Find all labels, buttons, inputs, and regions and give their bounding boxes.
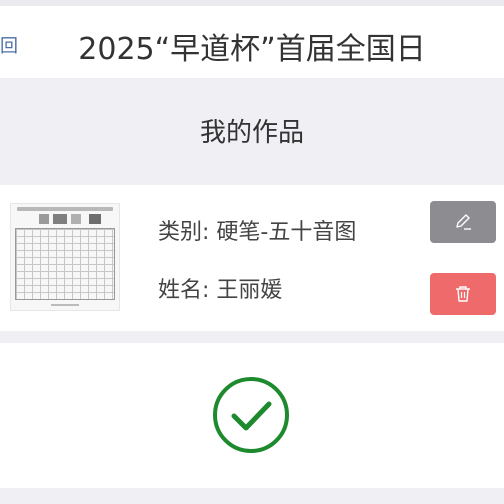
pencil-icon [456, 214, 471, 230]
trash-icon [456, 286, 470, 302]
work-thumbnail[interactable] [10, 203, 120, 311]
delete-button[interactable] [430, 273, 496, 315]
bottom-strip [0, 488, 504, 504]
thumbnail-blur-block [89, 214, 101, 224]
name-label: 姓名: [158, 278, 217, 303]
page-title: 2025“早道杯”首届全国日 [78, 32, 426, 67]
thumbnail-header [17, 207, 113, 211]
thumbnail-blur-block [53, 214, 67, 224]
category-line: 类别: 硬笔-五十音图 [158, 214, 356, 246]
edit-button[interactable] [430, 201, 496, 243]
section-title: 我的作品 [199, 117, 304, 148]
thumbnail-blur-block [71, 214, 81, 224]
nav-bar: 返回 2025“早道杯”首届全国日 [0, 6, 504, 78]
work-card [0, 185, 504, 331]
thumbnail-grid [15, 228, 115, 300]
thumbnail-footer [51, 304, 79, 306]
category-value: 硬笔-五十音图 [216, 220, 357, 245]
thumbnail-blur-block [39, 214, 49, 224]
name-value: 王丽媛 [216, 278, 283, 303]
checkmark-circle-icon [213, 377, 289, 453]
category-label: 类别: [158, 220, 217, 245]
name-line: 姓名: 王丽媛 [158, 272, 282, 304]
